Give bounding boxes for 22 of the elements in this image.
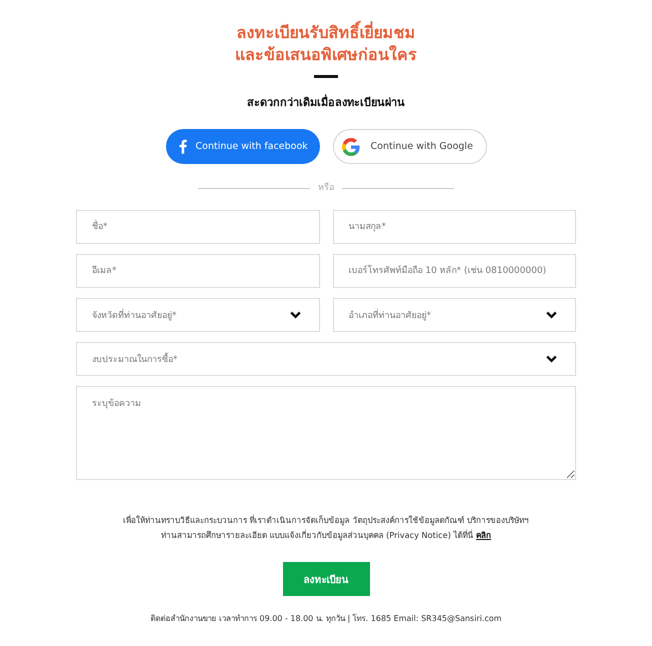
privacy-notice-text: เพื่อให้ท่านทราบวิธีและกระบวนการ ที่เราดำเนินการจัดเก็บข้อมูล วัตถุประสงค์การใช้ข้อมูลดกัณฑ์ บริการของบริษัทฯ ท่านสามารถศึกษารายละเอียด แบบแจ้งเกี่ยวกับข้อมูลส่วนบุคคล (Privacy Notice) ได้ที่นี่ คลิก xyxy=(122,514,530,542)
text-input-field[interactable]: อีเมล* xyxy=(76,254,320,288)
dropdown-select[interactable]: จังหวัดที่ท่านอาศัยอยู่* xyxy=(76,298,320,332)
privacy-notice-link[interactable]: คลิก xyxy=(476,530,492,540)
page-title: ลงทะเบียนรับสิทธิ์เยี่ยมชม และข้อเสนอพิเศษก่อนใคร xyxy=(235,22,417,66)
or-separator-label: หรือ xyxy=(318,182,334,194)
facebook-logo-icon xyxy=(178,139,186,154)
google-logo-icon xyxy=(342,138,360,156)
register-button[interactable]: ลงทะเบียน xyxy=(282,562,370,596)
text-input-field[interactable]: นามสกุล* xyxy=(332,210,576,244)
dropdown-select[interactable]: งบประมาณในการซื้อ* xyxy=(76,342,576,376)
subtitle: สะดวกกว่าเดิมเมื่อลงทะเบียนผ่าน xyxy=(247,96,405,110)
chevron-down-icon xyxy=(290,311,300,319)
facebook-login-button[interactable]: Continue with facebook xyxy=(166,129,320,164)
text-input-field[interactable]: เบอร์โทรศัพท์มือถือ 10 หลัก* (เช่น 0810000000) xyxy=(332,254,576,288)
google-login-button[interactable]: Continue with Google xyxy=(332,129,486,164)
chevron-down-icon xyxy=(546,311,557,319)
message-textarea[interactable]: ระบุข้อความ xyxy=(76,386,576,480)
dropdown-select[interactable]: อำเภอที่ท่านอาศัยอยู่* xyxy=(332,298,576,332)
text-input-field[interactable]: ชื่อ* xyxy=(76,210,320,244)
contact-info-text: ติดต่อสำนักงานขาย เวลาทำการ 09.00 - 18.00 น. ทุกวัน | โทร. 1685 Email: SR345@Sansiri.com xyxy=(150,613,502,625)
chevron-down-icon xyxy=(546,355,557,363)
